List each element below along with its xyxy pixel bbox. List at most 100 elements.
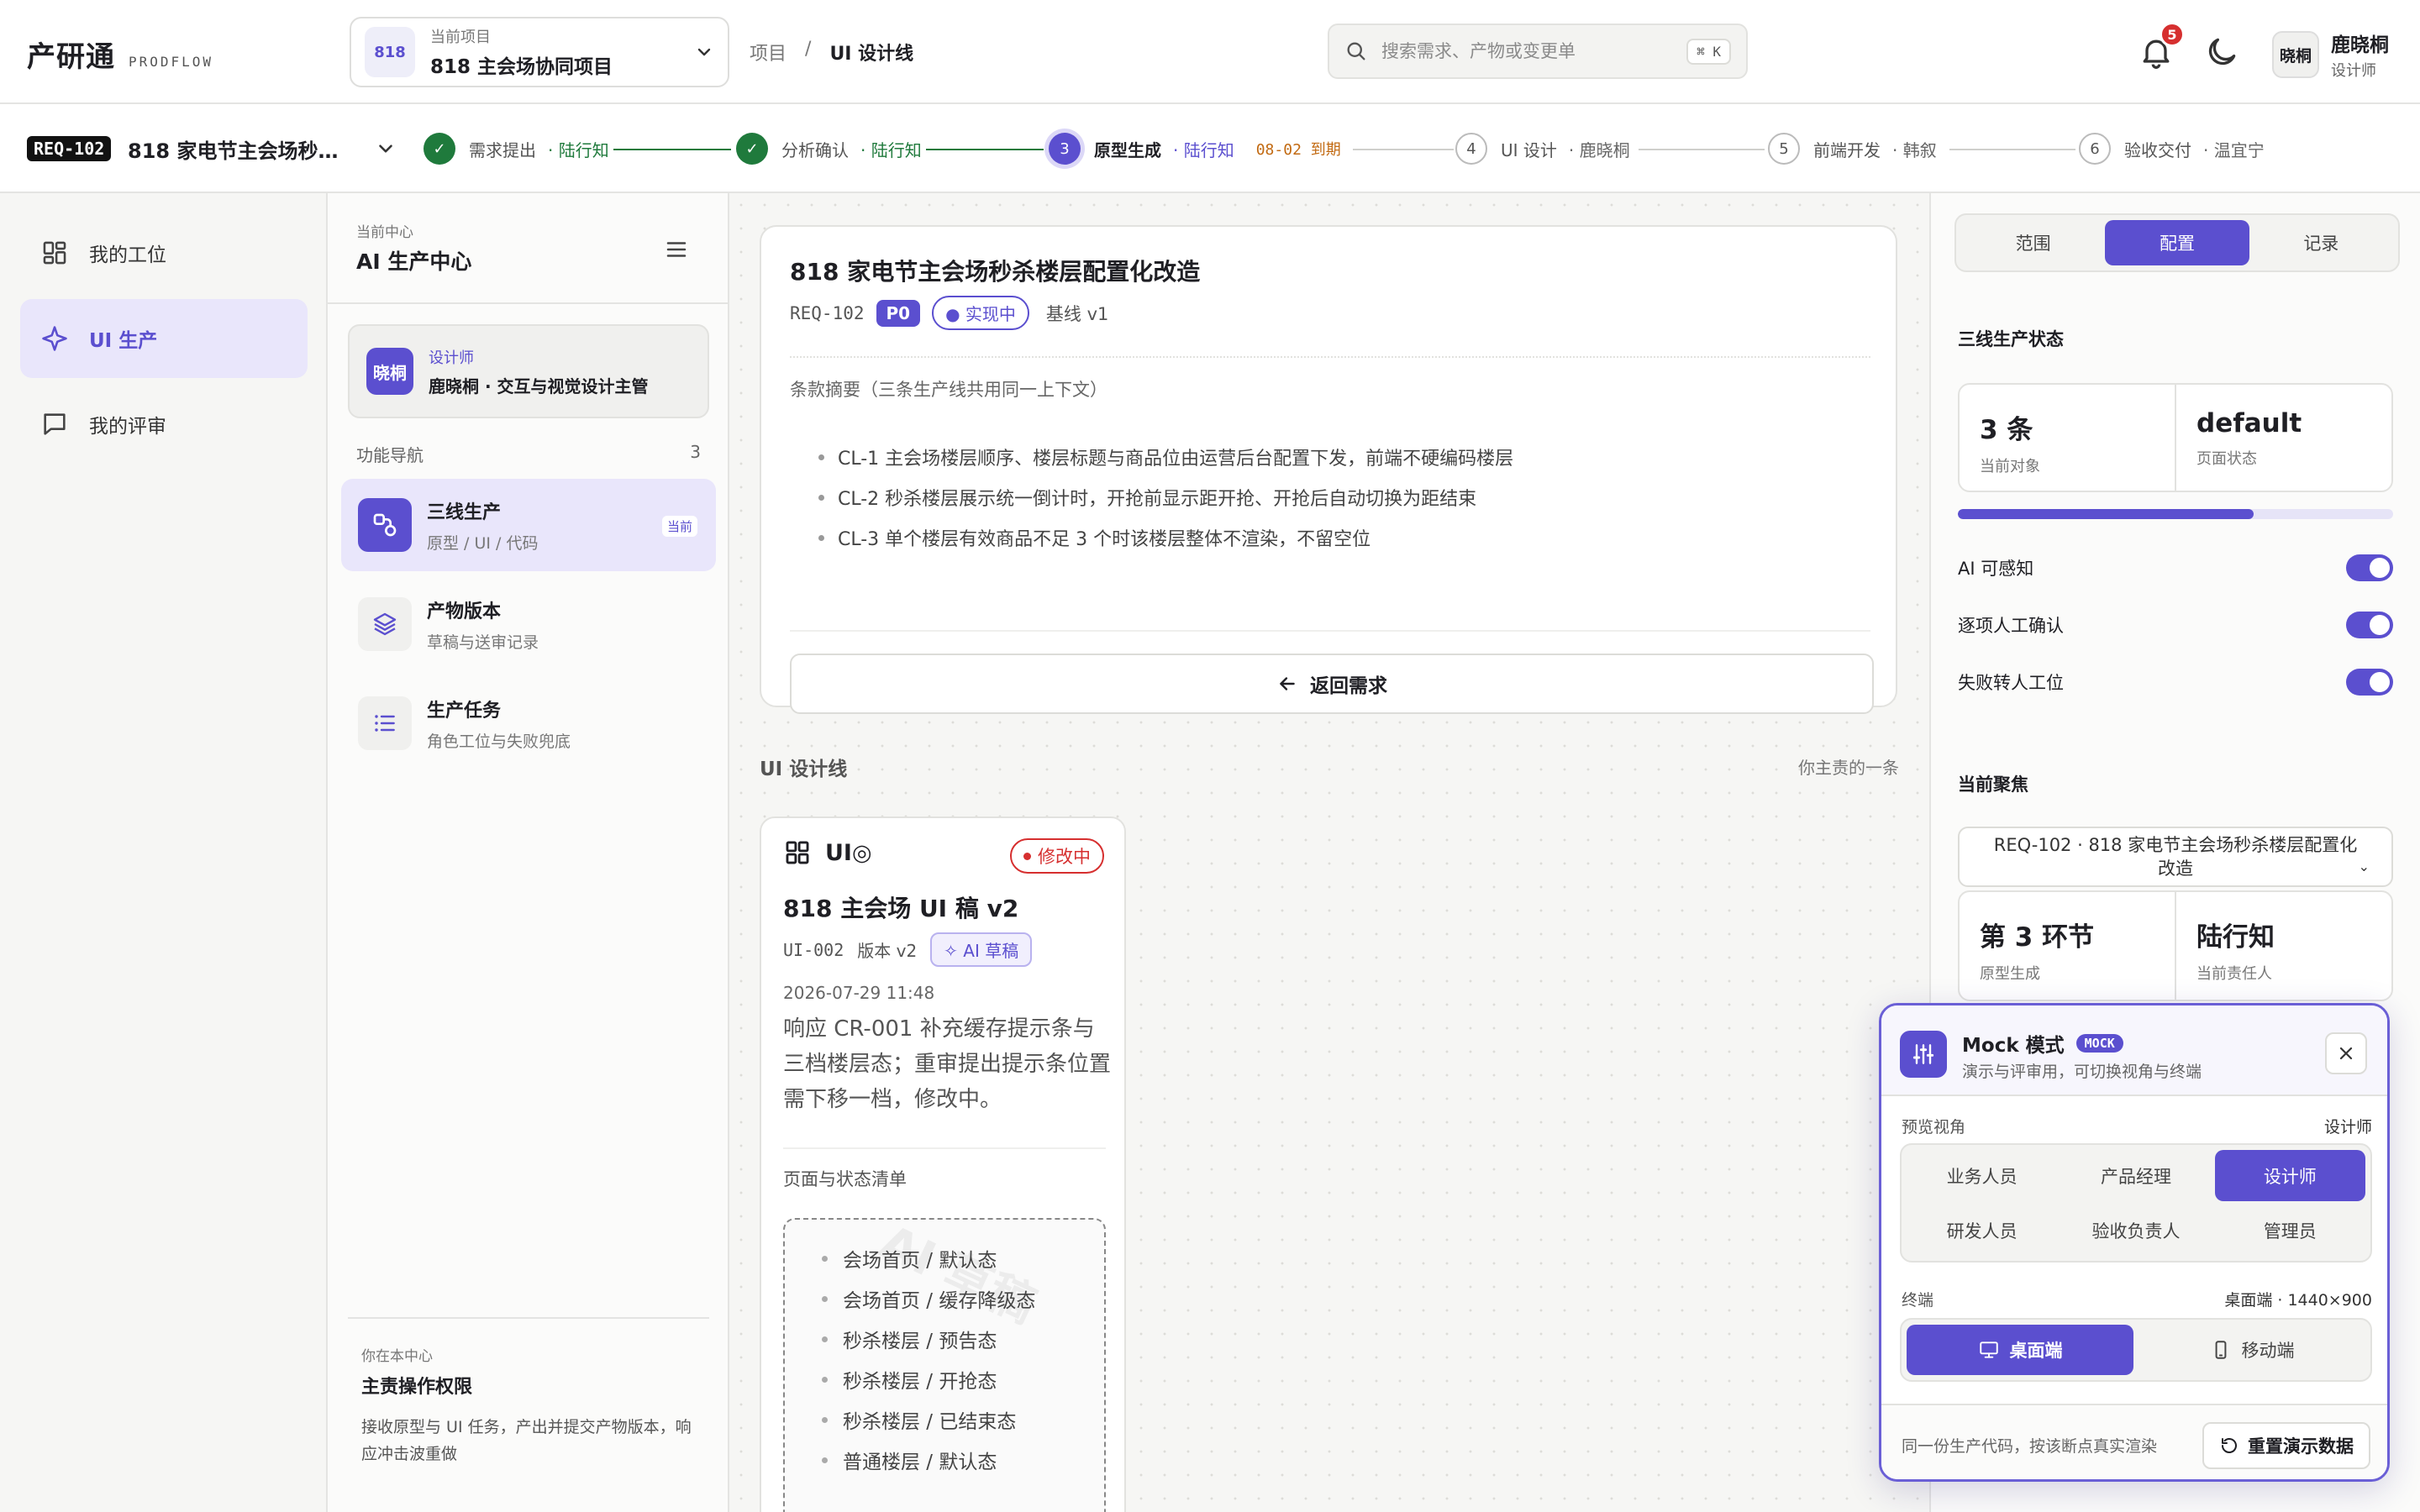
artifact-code: UI-002 — [783, 939, 844, 960]
view-row-header: 预览视角 设计师 — [1902, 1115, 2372, 1137]
list-item: 会场首页 / 缓存降级态 — [822, 1278, 1035, 1319]
menu-icon[interactable] — [664, 237, 689, 262]
status-section-title: 三线生产状态 — [1958, 329, 2064, 349]
toggle-row: AI 可感知 — [1958, 554, 2393, 581]
func-item-title: 三线生产 — [427, 501, 502, 523]
secondary-sidebar: 当前中心 AI 生产中心 晓桐 设计师 鹿晓桐 · 交互与视觉设计主管 功能导航… — [328, 193, 729, 1512]
function-nav-header: 功能导航 3 — [356, 442, 701, 466]
terminal-selector: 桌面端 移动端 — [1900, 1318, 2372, 1382]
check-icon: ✓ — [424, 133, 455, 165]
stat-value: 3 条 — [1980, 415, 2033, 445]
requirement-title[interactable]: 818 家电节主会场秒杀楼层配置化改造 — [128, 134, 356, 164]
role-option-developer[interactable]: 研发人员 — [1907, 1205, 2057, 1256]
grid-icon — [786, 841, 809, 864]
breadcrumb-project[interactable]: 项目 — [750, 39, 786, 66]
func-item-three-line[interactable]: 三线生产 原型 / UI / 代码 当前 — [341, 479, 716, 571]
step-1[interactable]: ✓ 需求提出 · 陆行知 — [424, 131, 609, 166]
divider — [790, 356, 1870, 358]
ai-aware-toggle[interactable] — [2346, 554, 2393, 581]
role-option-designer[interactable]: 设计师 — [2214, 1150, 2365, 1201]
role-option-business[interactable]: 业务人员 — [1907, 1150, 2057, 1201]
search-box[interactable]: ⌘ K — [1328, 24, 1748, 79]
func-item-tasks[interactable]: 生产任务 角色工位与失败兜底 — [341, 677, 716, 769]
permission-info: 你在本中心 主责操作权限 接收原型与 UI 任务，产出并提交产物版本，响应冲击波… — [348, 1317, 709, 1467]
stat-value: default — [2196, 408, 2302, 438]
role-option-admin[interactable]: 管理员 — [2215, 1205, 2365, 1256]
current-badge: 当前 — [661, 516, 697, 537]
step-label: 验收交付 — [2124, 139, 2191, 160]
step-6[interactable]: 6 验收交付 · 温宜宁 — [2079, 131, 2265, 166]
phone-icon — [2215, 1341, 2226, 1359]
tab-records[interactable]: 记录 — [2249, 220, 2393, 265]
reset-demo-data-button[interactable]: 重置演示数据 — [2202, 1422, 2370, 1469]
breadcrumb-current: UI 设计线 — [829, 44, 914, 65]
back-button-label: 返回需求 — [1310, 675, 1387, 697]
status-badge: ● 实现中 — [932, 296, 1029, 330]
step-4[interactable]: 4 UI 设计 · 鹿晓桐 — [1455, 131, 1630, 166]
current-role-card: 晓桐 设计师 鹿晓桐 · 交互与视觉设计主管 — [348, 324, 709, 418]
stat-label: 当前责任人 — [2196, 965, 2272, 983]
terminal-row-header: 终端 桌面端 · 1440×900 — [1902, 1288, 2372, 1310]
mock-footer-note: 同一份生产代码，按该断点真实渲染 — [1902, 1437, 2158, 1456]
sidebar-item-label: UI 生产 — [89, 330, 158, 352]
notification-count-badge: 5 — [2160, 22, 2185, 47]
ui-card-meta: UI-002 版本 v2 ✧ AI 草稿 — [783, 932, 1033, 967]
step-label: 需求提出 — [469, 139, 536, 160]
sidebar-item-label: 我的工位 — [89, 244, 166, 266]
chevron-down-icon: ⌄ — [2358, 858, 2370, 874]
requirement-meta: REQ-102 P0 ● 实现中 基线 v1 — [790, 296, 1108, 330]
terminal-option-mobile[interactable]: 移动端 — [2139, 1325, 2365, 1375]
sliders-icon — [1900, 1031, 1947, 1078]
fallback-manual-toggle[interactable] — [2346, 669, 2393, 696]
func-item-title: 生产任务 — [427, 700, 502, 722]
clause-summary-heading: 条款摘要（三条生产线共用同一上下文） — [790, 380, 1107, 400]
state-list: 会场首页 / 默认态 会场首页 / 缓存降级态 秒杀楼层 / 预告态 秒杀楼层 … — [822, 1238, 1035, 1480]
grid-icon — [43, 241, 66, 265]
view-value: 设计师 — [2323, 1118, 2372, 1137]
chevron-down-icon[interactable] — [375, 138, 397, 160]
stat-cell: 第 3 环节 原型生成 — [1960, 892, 2175, 1000]
user-menu[interactable]: 晓桐 鹿晓桐 设计师 — [2272, 29, 2389, 81]
focus-select[interactable]: REQ-102 · 818 家电节主会场秒杀楼层配置化改造 ⌄ — [1958, 827, 2393, 887]
tab-scope[interactable]: 范围 — [1961, 220, 2105, 265]
func-item-subtitle: 原型 / UI / 代码 — [427, 533, 539, 553]
project-switcher[interactable]: 818 当前项目 818 主会场协同项目 — [350, 17, 729, 87]
manual-confirm-toggle[interactable] — [2346, 612, 2393, 638]
moon-icon[interactable] — [2203, 34, 2240, 71]
role-option-acceptance[interactable]: 验收负责人 — [2060, 1205, 2211, 1256]
ui-card-type: UI◎ — [825, 839, 872, 866]
close-button[interactable] — [2325, 1032, 2367, 1074]
back-to-requirement-button[interactable]: 返回需求 — [790, 654, 1874, 714]
status-badge: 修改中 — [1010, 838, 1104, 874]
terminal-option-desktop[interactable]: 桌面端 — [1907, 1325, 2133, 1375]
mock-panel-subtitle: 演示与评审用，可切换视角与终端 — [1962, 1063, 2202, 1081]
ui-artifact-card[interactable]: UI◎ 修改中 818 主会场 UI 稿 v2 UI-002 版本 v2 ✧ A… — [760, 816, 1126, 1512]
sidebar-item-reviews[interactable]: 我的评审 — [20, 385, 308, 464]
requirement-code-badge: REQ-102 — [27, 136, 112, 161]
func-item-versions[interactable]: 产物版本 草稿与送审记录 — [341, 578, 716, 670]
step-5[interactable]: 5 前端开发 · 韩叙 — [1768, 131, 1937, 166]
role-option-pm[interactable]: 产品经理 — [2060, 1150, 2211, 1201]
sidebar-item-workstation[interactable]: 我的工位 — [20, 213, 308, 292]
search-input[interactable] — [1381, 41, 1674, 61]
chat-icon — [44, 413, 66, 435]
mock-tag: MOCK — [2075, 1034, 2123, 1053]
sidebar-item-label: 我的评审 — [89, 416, 166, 438]
step-connector — [613, 149, 731, 150]
status-stats: 3 条 当前对象 default 页面状态 — [1958, 383, 2393, 492]
section-note: 你主责的一条 — [1798, 758, 1899, 778]
ai-draft-label: AI 草稿 — [963, 941, 1019, 961]
artifact-version: 版本 v2 — [857, 941, 918, 961]
tab-config[interactable]: 配置 — [2105, 220, 2249, 265]
list-item: 会场首页 / 默认态 — [822, 1238, 1035, 1278]
step-3[interactable]: 3 原型生成 · 陆行知 08-02 到期 — [1049, 131, 1341, 166]
mock-panel-header: Mock 模式 MOCK 演示与评审用，可切换视角与终端 — [1881, 1005, 2387, 1096]
step-number: 5 — [1768, 133, 1800, 165]
step-due-date: 08-02 到期 — [1255, 141, 1341, 159]
brand[interactable]: 产研通 PRODFLOW — [27, 34, 213, 75]
step-2[interactable]: ✓ 分析确认 · 陆行知 — [736, 131, 922, 166]
sidebar-item-ui-production[interactable]: UI 生产 — [20, 299, 308, 378]
toggle-row: 失败转人工位 — [1958, 669, 2393, 696]
role-tag: 设计师 — [429, 349, 474, 367]
project-label: 当前项目 — [430, 29, 491, 46]
